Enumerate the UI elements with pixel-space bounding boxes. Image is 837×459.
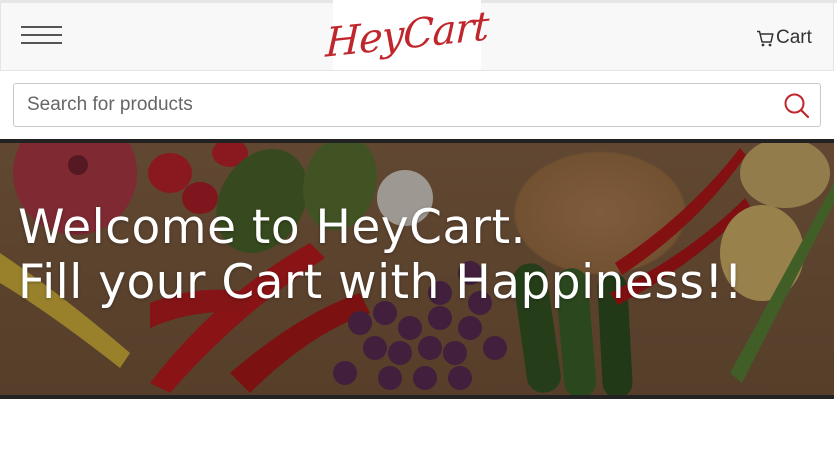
search-button[interactable]	[783, 92, 811, 120]
hero-line-2: Fill your Cart with Happiness!!	[18, 255, 744, 310]
hero-line-1: Welcome to HeyCart.	[18, 200, 526, 255]
search-bar	[13, 83, 821, 127]
navbar: HeyCart Cart	[0, 0, 834, 71]
search-input[interactable]	[14, 84, 774, 126]
hamburger-line	[21, 26, 62, 28]
hamburger-menu-button[interactable]	[21, 26, 63, 48]
brand-logo-text: HeyCart	[324, 3, 490, 67]
hamburger-line	[21, 34, 62, 36]
hero-banner: Welcome to HeyCart. Fill your Cart with …	[0, 139, 834, 399]
hamburger-line	[21, 42, 62, 44]
hero-heading: Welcome to HeyCart. Fill your Cart with …	[18, 200, 818, 310]
shopping-cart-icon	[756, 30, 774, 47]
search-icon	[783, 93, 811, 123]
brand-logo[interactable]: HeyCart	[325, 0, 489, 70]
cart-link[interactable]: Cart	[756, 26, 812, 50]
cart-label: Cart	[776, 27, 812, 48]
